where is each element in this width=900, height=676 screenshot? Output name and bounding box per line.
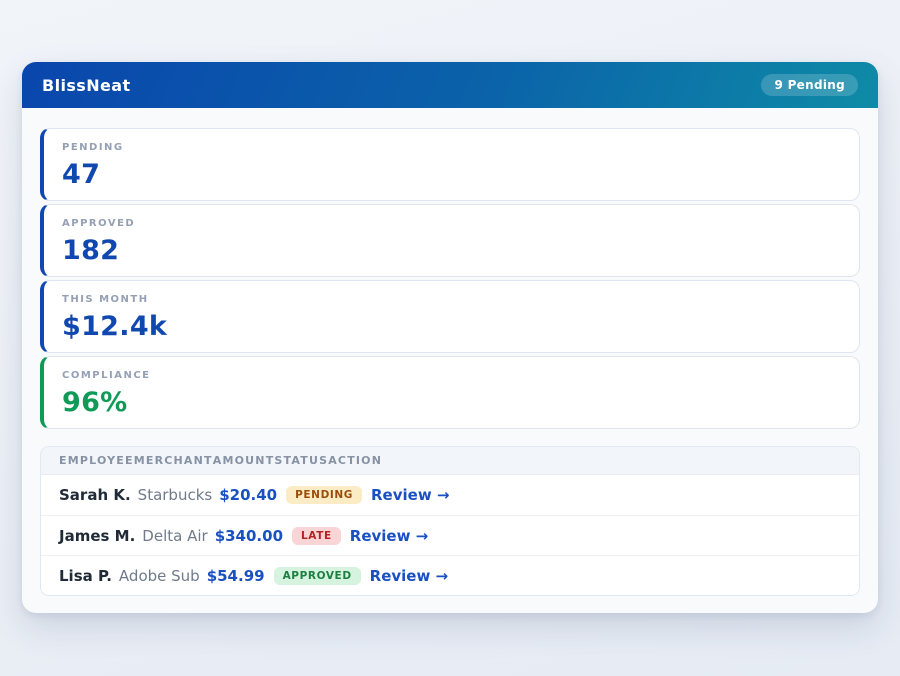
stat-card-pending: PENDING 47 bbox=[40, 128, 860, 201]
amount-value: $340.00 bbox=[215, 527, 283, 545]
review-link[interactable]: Review → bbox=[370, 567, 448, 585]
column-header-action: ACTION bbox=[328, 454, 382, 467]
stat-card-this-month: THIS MONTH $12.4k bbox=[40, 280, 860, 353]
column-header-employee: EMPLOYEE bbox=[59, 454, 134, 467]
merchant-name: Delta Air bbox=[142, 527, 207, 545]
merchant-name: Adobe Sub bbox=[119, 567, 200, 585]
panel-body: PENDING 47 APPROVED 182 THIS MONTH $12.4… bbox=[22, 108, 878, 613]
status-badge: APPROVED bbox=[274, 567, 361, 585]
stat-value: 182 bbox=[62, 235, 841, 266]
table-header-row: EMPLOYEEMERCHANTAMOUNTSTATUSACTION bbox=[41, 447, 859, 475]
amount-value: $54.99 bbox=[207, 567, 265, 585]
table-row: Lisa P. Adobe Sub $54.99 APPROVED Review… bbox=[41, 555, 859, 595]
merchant-name: Starbucks bbox=[138, 486, 213, 504]
table-row: Sarah K. Starbucks $20.40 PENDING Review… bbox=[41, 475, 859, 515]
column-header-status: STATUS bbox=[274, 454, 328, 467]
table-row: James M. Delta Air $340.00 LATE Review → bbox=[41, 515, 859, 555]
stats-list: PENDING 47 APPROVED 182 THIS MONTH $12.4… bbox=[40, 128, 860, 429]
stat-card-approved: APPROVED 182 bbox=[40, 204, 860, 277]
status-badge: LATE bbox=[292, 527, 341, 545]
column-header-amount: AMOUNT bbox=[213, 454, 275, 467]
stat-label: APPROVED bbox=[62, 218, 841, 229]
stat-card-compliance: COMPLIANCE 96% bbox=[40, 356, 860, 429]
stat-label: COMPLIANCE bbox=[62, 370, 841, 381]
stat-label: THIS MONTH bbox=[62, 294, 841, 305]
column-header-merchant: MERCHANT bbox=[134, 454, 213, 467]
stat-value: 47 bbox=[62, 159, 841, 190]
pending-count-badge: 9 Pending bbox=[761, 74, 858, 96]
review-link[interactable]: Review → bbox=[371, 486, 449, 504]
employee-name: James M. bbox=[59, 527, 135, 545]
transactions-table: EMPLOYEEMERCHANTAMOUNTSTATUSACTION Sarah… bbox=[40, 446, 860, 596]
employee-name: Sarah K. bbox=[59, 486, 131, 504]
app-title: BlissNeat bbox=[42, 76, 131, 95]
status-badge: PENDING bbox=[286, 486, 362, 504]
stat-value: 96% bbox=[62, 387, 841, 418]
app-header: BlissNeat 9 Pending bbox=[22, 62, 878, 108]
amount-value: $20.40 bbox=[219, 486, 277, 504]
dashboard-panel: BlissNeat 9 Pending PENDING 47 APPROVED … bbox=[22, 62, 878, 613]
review-link[interactable]: Review → bbox=[350, 527, 428, 545]
employee-name: Lisa P. bbox=[59, 567, 112, 585]
stat-value: $12.4k bbox=[62, 311, 841, 342]
stat-label: PENDING bbox=[62, 142, 841, 153]
